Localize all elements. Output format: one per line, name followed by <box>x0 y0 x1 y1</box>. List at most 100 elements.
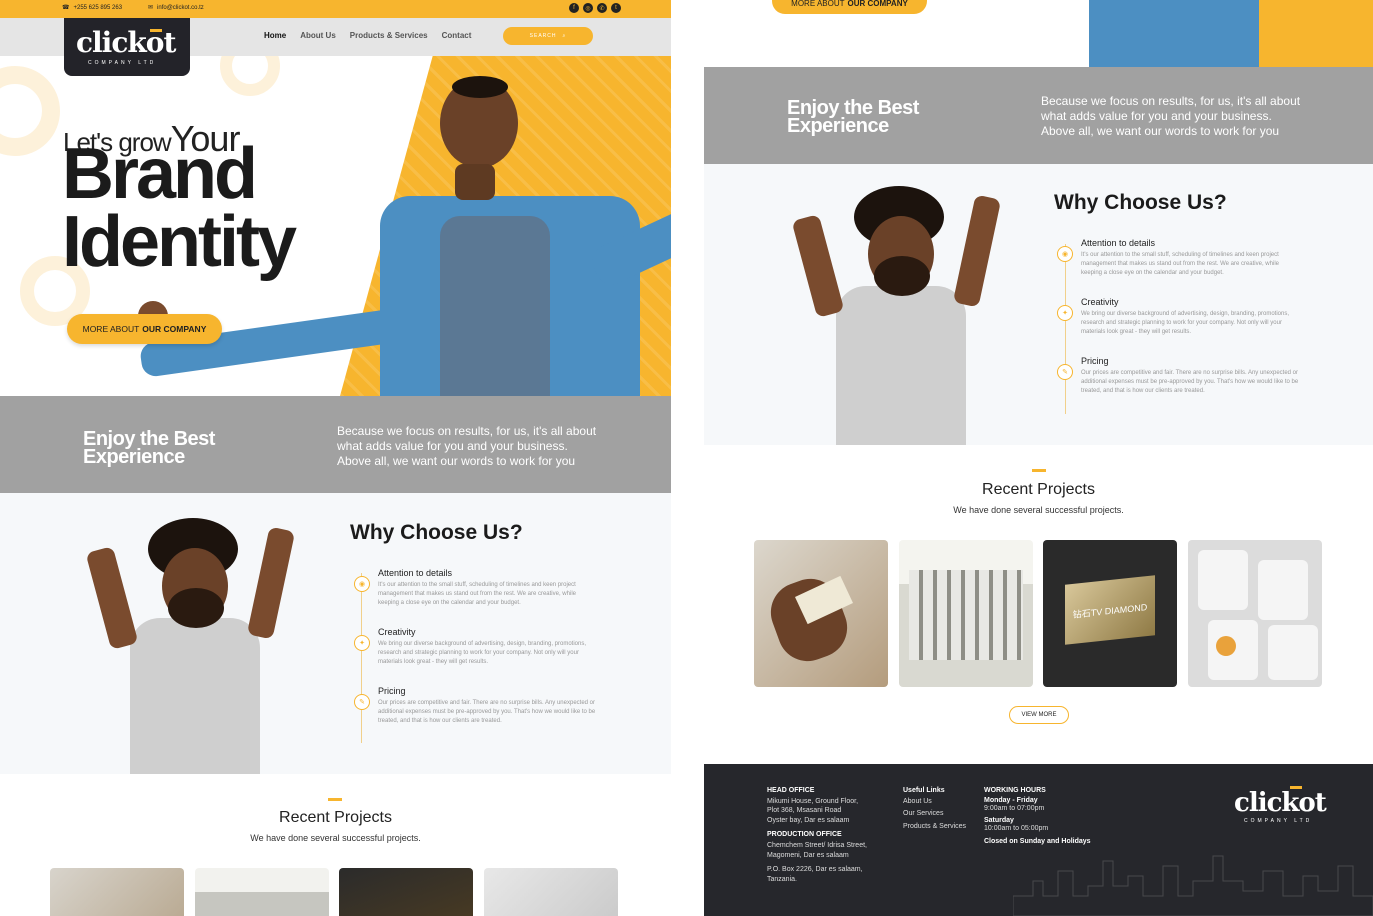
project-thumbnail[interactable] <box>899 540 1033 687</box>
tag-icon: ✎ <box>1057 364 1073 380</box>
nav-menu: Home About Us Products & Services Contac… <box>264 31 471 40</box>
address-line: Plot 368, Msasani Road <box>767 807 842 815</box>
hero-section: Let's growYour Brand Identity MORE ABOUT… <box>0 56 671 396</box>
button-bold: OUR COMPANY <box>847 0 908 8</box>
search-placeholder: SEARCH <box>529 33 557 39</box>
section-accent-dash <box>328 798 342 801</box>
projects-subtitle: We have done several successful projects… <box>250 833 421 843</box>
why-item-title: Attention to details <box>1081 238 1156 248</box>
why-item-title: Pricing <box>378 686 406 696</box>
project-thumbnail[interactable] <box>50 868 184 916</box>
logo-wordmark: clickot <box>1234 788 1327 818</box>
lightbulb-icon: ✦ <box>1057 305 1073 321</box>
phone-number: +255 625 895 263 <box>73 4 123 11</box>
why-item: ◉ Attention to details It's our attentio… <box>354 568 598 608</box>
project-thumbnail[interactable] <box>195 868 329 916</box>
nav-about[interactable]: About Us <box>300 31 336 40</box>
band-text: Because we focus on results, for us, it'… <box>1041 94 1301 138</box>
project-thumbnail[interactable] <box>754 540 888 687</box>
why-item-title: Pricing <box>1081 356 1109 366</box>
why-item-title: Creativity <box>1081 297 1119 307</box>
nav-products[interactable]: Products & Services <box>350 31 428 40</box>
hero-section-cropped: MORE ABOUT OUR COMPANY <box>704 0 1373 67</box>
why-item-text: We bring our diverse background of adver… <box>378 641 587 665</box>
hero-heading-brand: Brand <box>62 134 258 214</box>
whatsapp-icon[interactable]: ✆ <box>597 3 607 13</box>
projects-title: Recent Projects <box>982 481 1095 498</box>
why-item: ✦ Creativity We bring our diverse backgr… <box>354 627 598 667</box>
why-choose-section: Why Choose Us? ◉ Attention to details It… <box>0 493 671 774</box>
project-thumbnail[interactable] <box>1188 540 1322 687</box>
button-prefix: MORE ABOUT <box>82 324 140 334</box>
logo-wordmark: clickot <box>76 26 176 59</box>
band-title-line2: Experience <box>83 446 185 468</box>
footer-links-column: Useful Links About Us Our Services Produ… <box>903 787 983 831</box>
saturday-label: Saturday <box>984 817 1014 825</box>
why-item-text: It's our attention to the small stuff, s… <box>1081 252 1279 276</box>
footer-link-products[interactable]: Products & Services <box>903 822 983 831</box>
hero-person-image <box>138 76 671 396</box>
project-thumbnail[interactable] <box>339 868 473 916</box>
search-input[interactable]: SEARCH ⌕ <box>503 27 593 45</box>
why-item: ✦ Creativity We bring our diverse backgr… <box>1057 297 1301 337</box>
search-icon[interactable]: ⌕ <box>563 33 567 39</box>
target-icon: ◉ <box>1057 246 1073 262</box>
social-links: f ◎ ✆ t <box>569 3 621 13</box>
projects-subtitle: We have done several successful projects… <box>953 505 1124 515</box>
timeline-line <box>361 573 362 743</box>
button-prefix: MORE ABOUT <box>791 0 845 8</box>
project-thumbnail[interactable]: 钻石TV DIAMOND <box>1043 540 1177 687</box>
footer-link-services[interactable]: Our Services <box>903 809 983 818</box>
weekday-label: Monday - Friday <box>984 797 1038 804</box>
phone-icon: ☎ <box>62 5 70 11</box>
footer-logo[interactable]: clickot COMPANY LTD <box>1234 782 1344 828</box>
page-preview-top: ☎ +255 625 895 263 ✉ info@clickot.co.tz … <box>0 0 671 916</box>
why-item-text: We bring our diverse background of adver… <box>1081 311 1290 335</box>
more-about-button[interactable]: MORE ABOUT OUR COMPANY <box>67 314 222 344</box>
why-item: ◉ Attention to details It's our attentio… <box>1057 238 1301 278</box>
footer-link-about[interactable]: About Us <box>903 797 983 806</box>
why-item: ✎ Pricing Our prices are competitive and… <box>1057 356 1301 396</box>
band-text: Because we focus on results, for us, it'… <box>337 424 597 468</box>
why-person-image <box>791 176 1002 445</box>
site-footer: HEAD OFFICE Mikumi House, Ground Floor, … <box>704 764 1373 916</box>
weekday-hours: 9:00am to 07:00pm <box>984 805 1045 812</box>
why-title: Why Choose Us? <box>350 521 523 544</box>
experience-band: Enjoy the Best Experience Because we foc… <box>0 396 671 493</box>
decor-circle <box>0 66 60 156</box>
email-contact[interactable]: ✉ info@clickot.co.tz <box>148 4 204 12</box>
logo-subtitle: COMPANY LTD <box>88 60 157 66</box>
tag-icon: ✎ <box>354 694 370 710</box>
why-item-title: Creativity <box>378 627 416 637</box>
nav-home[interactable]: Home <box>264 31 286 40</box>
twitter-icon[interactable]: t <box>611 3 621 13</box>
why-title: Why Choose Us? <box>1054 191 1227 214</box>
instagram-icon[interactable]: ◎ <box>583 3 593 13</box>
projects-title: Recent Projects <box>279 809 392 826</box>
address-line: Mikumi House, Ground Floor, <box>767 798 859 805</box>
sign-text: 钻石TV DIAMOND <box>1065 575 1155 645</box>
button-bold: OUR COMPANY <box>142 324 207 334</box>
timeline-line <box>1065 244 1066 414</box>
section-accent-dash <box>1032 469 1046 472</box>
why-item-title: Attention to details <box>378 568 453 578</box>
phone-contact[interactable]: ☎ +255 625 895 263 <box>62 4 123 12</box>
view-more-button[interactable]: VIEW MORE <box>1009 706 1069 724</box>
why-item: ✎ Pricing Our prices are competitive and… <box>354 686 598 726</box>
more-about-button[interactable]: MORE ABOUT OUR COMPANY <box>772 0 927 14</box>
hero-person-shirt <box>1089 0 1259 67</box>
address-line: Oyster bay, Dar es salaam <box>767 816 850 824</box>
nav-contact[interactable]: Contact <box>442 31 472 40</box>
working-hours-title: WORKING HOURS <box>984 787 1046 794</box>
footer-hours-column: WORKING HOURS Monday - Friday 9:00am to … <box>984 787 1124 848</box>
facebook-icon[interactable]: f <box>569 3 579 13</box>
why-person-image <box>85 508 296 774</box>
email-address: info@clickot.co.tz <box>157 4 204 11</box>
site-logo[interactable]: clickot COMPANY LTD <box>64 18 190 76</box>
production-office-title: PRODUCTION OFFICE <box>767 831 842 839</box>
address-line: Chemchem Street/ Idrisa Street, <box>767 842 867 850</box>
hero-heading-identity: Identity <box>62 202 297 282</box>
lightbulb-icon: ✦ <box>354 635 370 651</box>
project-thumbnail[interactable] <box>484 868 618 916</box>
useful-links-title: Useful Links <box>903 787 945 794</box>
